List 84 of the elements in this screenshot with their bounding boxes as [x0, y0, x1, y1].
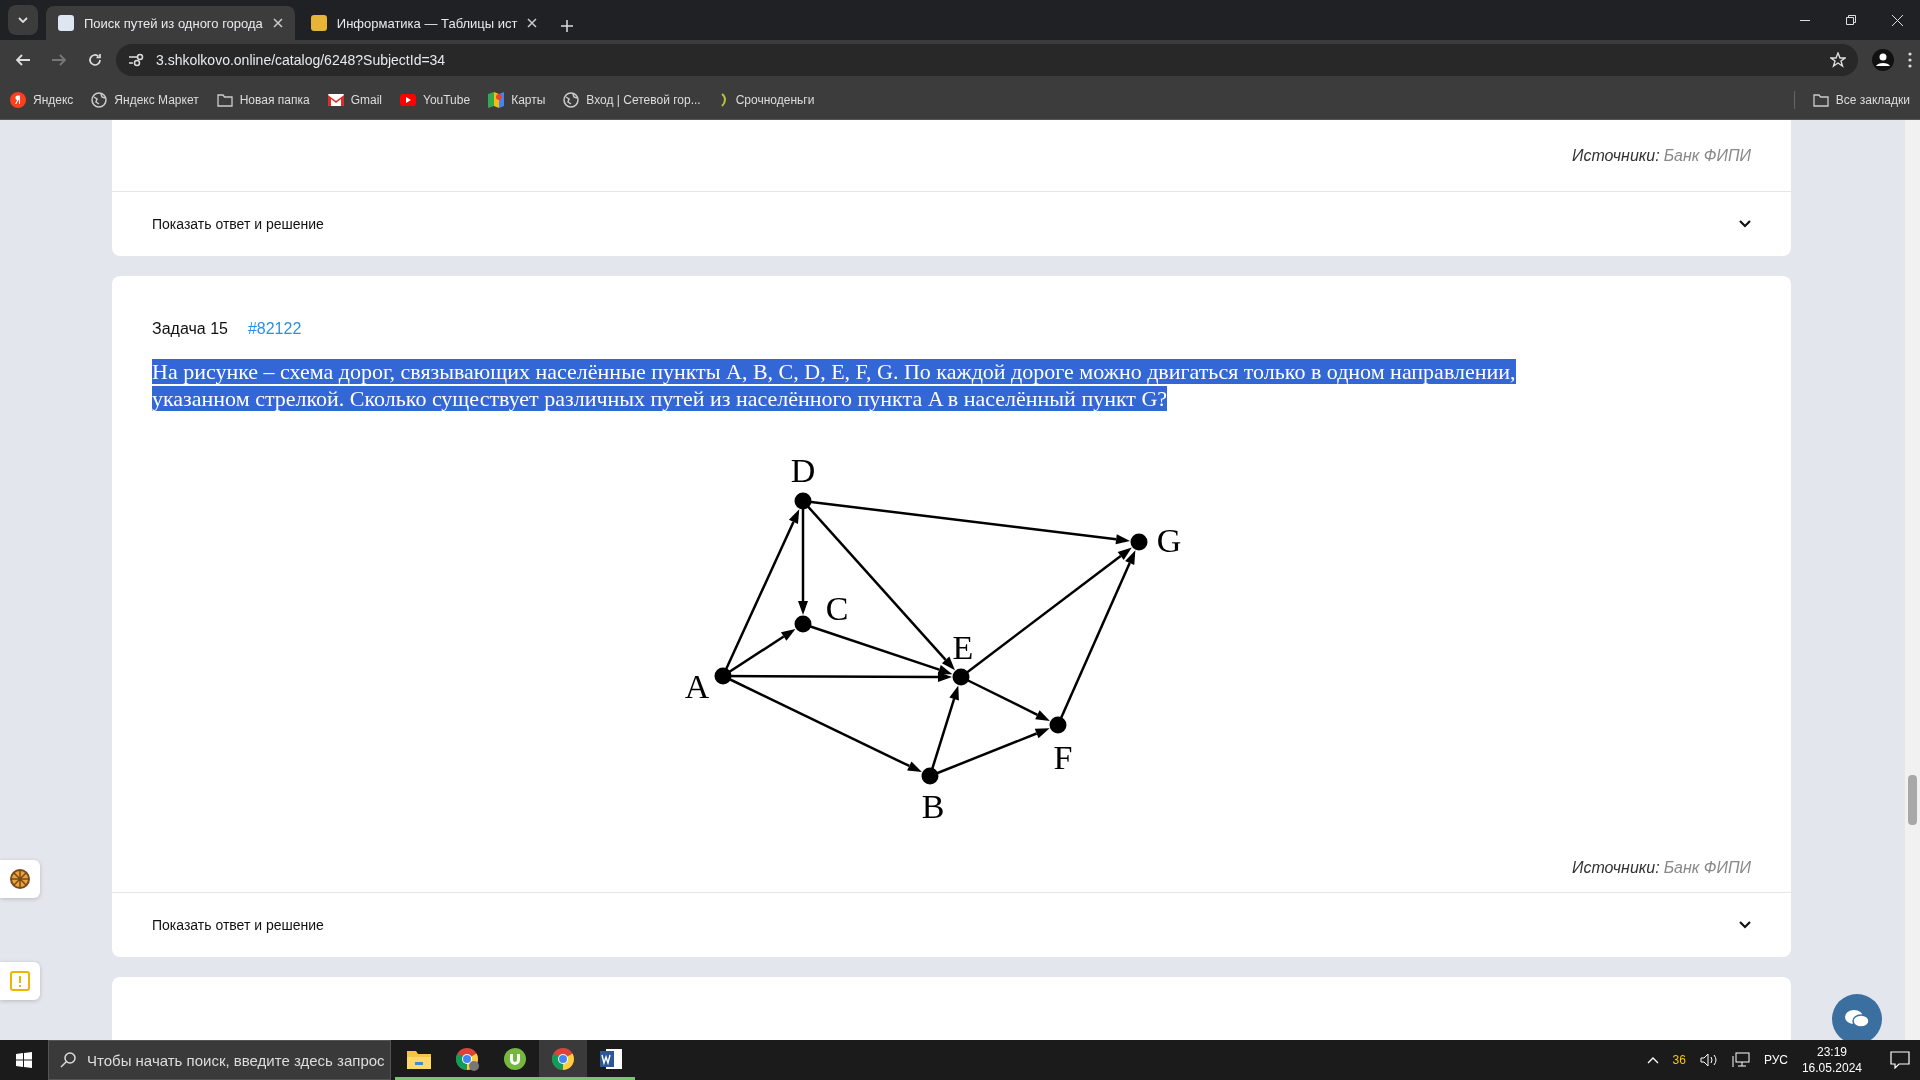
show-answer-toggle[interactable]: Показать ответ и решение — [112, 892, 1791, 957]
folder-icon — [216, 92, 233, 107]
wheel-widget-button[interactable] — [0, 860, 40, 898]
taskbar-search-field[interactable]: Чтобы начать поиск, введите здесь запрос — [48, 1040, 391, 1080]
browser-tab[interactable]: Поиск путей из одного города — [46, 6, 295, 40]
network-icon[interactable] — [1731, 1052, 1750, 1068]
task-statement: На рисунке – схема дорог, связывающих населённые пункты A, B, C, D, E, F, G. По каждой дороге можно двигаться только в одном направлении, указанном стрелкой. Сколько существует различных путей из населённого пункта A в населённый пункт G? — [152, 358, 1517, 412]
bookmark-link[interactable]: Gmail — [327, 92, 382, 107]
torrent-icon — [503, 1046, 527, 1071]
scrollbar[interactable] — [1905, 120, 1920, 1040]
chat-button[interactable] — [1832, 994, 1882, 1040]
chrome-icon — [551, 1046, 575, 1071]
bookmark-link[interactable]: Карты — [488, 91, 546, 108]
profile-icon[interactable] — [1872, 49, 1894, 71]
graph-node — [714, 667, 732, 685]
all-bookmarks-button[interactable]: Все закладки — [1812, 92, 1910, 107]
node-label: A — [684, 668, 710, 705]
close-icon[interactable] — [527, 18, 538, 28]
envelope-icon — [327, 93, 344, 106]
star-icon[interactable] — [1830, 52, 1846, 68]
minimize-icon — [1800, 19, 1810, 21]
windows-logo-icon — [16, 1052, 32, 1068]
close-icon[interactable] — [272, 18, 283, 28]
globe-icon — [91, 91, 108, 108]
back-arrow-icon — [16, 54, 30, 66]
task-number-link[interactable]: #82122 — [247, 320, 302, 338]
folder-icon — [1812, 92, 1829, 107]
language-indicator[interactable]: РУС — [1763, 1053, 1788, 1067]
address-bar[interactable]: 3.shkolkovo.online/catalog/6248?SubjectId=34 — [116, 44, 1858, 76]
word-icon — [599, 1046, 623, 1071]
sources-value: Банк ФИПИ — [1663, 859, 1751, 877]
chat-bubbles-icon — [1845, 1009, 1869, 1029]
node-label: G — [1156, 522, 1182, 559]
reload-icon — [88, 53, 102, 67]
sources-label: Источники: — [1572, 859, 1660, 877]
site-settings-icon[interactable] — [128, 53, 144, 67]
chevron-up-icon[interactable] — [1646, 1056, 1659, 1064]
warning-icon — [10, 971, 30, 991]
yandex-logo-icon — [10, 91, 26, 108]
new-tab-icon[interactable] — [561, 20, 574, 32]
wheel-icon — [9, 868, 31, 890]
map-pin-icon — [488, 91, 505, 108]
tab-title: Поиск путей из одного города — [84, 15, 263, 31]
restore-icon — [1846, 15, 1856, 25]
browser-tab[interactable]: Информатика — Таблицы ист — [298, 6, 550, 40]
bookmark-link[interactable]: Вход | Сетевой гор... — [563, 91, 701, 108]
tray-counter[interactable]: 36 — [1672, 1053, 1686, 1067]
clock[interactable]: 23:19 16.05.2024 — [1801, 1045, 1862, 1075]
chrome-icon — [455, 1046, 479, 1071]
folder-icon — [407, 1048, 431, 1069]
page-favicon-icon — [58, 15, 74, 31]
chevron-down-icon — [1739, 220, 1751, 228]
speaker-icon[interactable] — [1699, 1053, 1718, 1067]
node-label: D — [790, 452, 816, 489]
tab-title: Информатика — Таблицы ист — [336, 15, 518, 31]
graph-node — [921, 767, 939, 785]
bookmark-link[interactable]: Новая папка — [216, 92, 310, 107]
graph-node — [1049, 716, 1067, 734]
bookmark-link[interactable]: Яндекс — [10, 91, 74, 108]
close-icon — [1891, 14, 1903, 26]
sources-value: Банк ФИПИ — [1663, 146, 1751, 165]
taskbar-app-button[interactable] — [539, 1040, 587, 1080]
tab-list-button[interactable] — [8, 5, 38, 35]
task-title: Задача 15 — [152, 320, 228, 338]
play-icon — [400, 93, 416, 106]
bookmark-link[interactable]: YouTube — [400, 92, 471, 107]
page-favicon-icon — [310, 15, 327, 31]
bookmark-link[interactable]: Яндекс Маркет — [91, 91, 199, 108]
graph-node — [1130, 533, 1148, 551]
sources-label: Источники: — [1572, 146, 1660, 165]
chevron-down-icon — [1739, 921, 1751, 929]
menu-icon[interactable] — [1908, 52, 1912, 68]
graph-node — [794, 492, 812, 510]
forward-arrow-icon — [52, 54, 66, 66]
node-label: B — [921, 788, 945, 825]
url-text: 3.shkolkovo.online/catalog/6248?SubjectId=34 — [156, 52, 446, 68]
globe-icon — [563, 91, 580, 108]
node-label: E — [952, 629, 974, 666]
bookmark-link[interactable]: Срочноденьги — [718, 92, 815, 107]
chevron-down-icon — [18, 17, 28, 23]
node-label: F — [1053, 739, 1073, 776]
show-answer-toggle[interactable]: Показать ответ и решение — [112, 191, 1791, 256]
node-label: C — [825, 590, 849, 627]
notifications-icon[interactable] — [1890, 1051, 1910, 1069]
